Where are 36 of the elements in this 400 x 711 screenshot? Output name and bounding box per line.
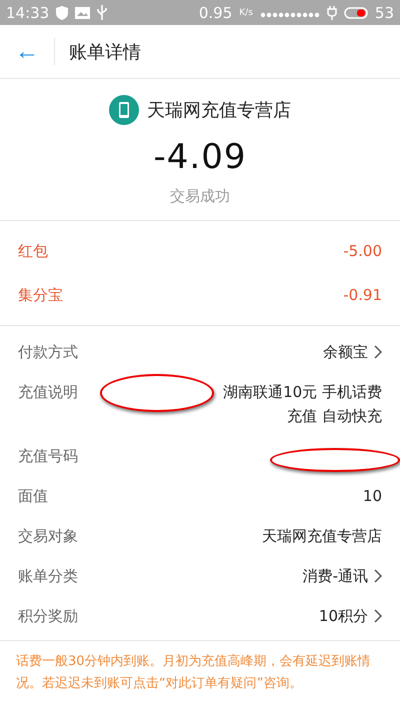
shield-icon <box>56 6 68 20</box>
battery-level: 53 <box>374 4 394 22</box>
transaction-status: 交易成功 <box>170 187 230 206</box>
phone-icon <box>109 95 139 125</box>
detail-value: 余额宝 <box>323 342 368 363</box>
detail-label: 积分奖励 <box>18 606 78 627</box>
clock: 14:33 <box>6 4 50 22</box>
chevron-icon[interactable] <box>374 569 382 583</box>
page-title: 账单详情 <box>69 40 141 64</box>
discount-label: 集分宝 <box>18 285 63 306</box>
network-speed: 0.95 <box>198 4 232 22</box>
detail-label: 账单分类 <box>18 566 78 587</box>
detail-value: 10积分 <box>318 606 368 627</box>
detail-value: 湖南联通10元 手机话费充值 自动快充 <box>222 382 382 427</box>
detail-label: 付款方式 <box>18 342 78 363</box>
chevron-icon[interactable] <box>374 345 382 359</box>
notice-text: 话费一般30分钟内到账。月初为充值高峰期，会有延迟到账情况。若迟迟未到账可点击“对此订单有疑问”咨询。 <box>16 653 372 693</box>
plug-icon <box>326 6 337 20</box>
amount: -4.09 <box>154 137 246 177</box>
merchant-name: 天瑞网充值专营店 <box>147 99 291 122</box>
detail-label: 交易对象 <box>18 526 78 547</box>
battery-icon <box>344 6 368 18</box>
detail-value: 天瑞网充值专营店 <box>262 526 382 547</box>
image-icon <box>75 6 90 18</box>
discount-value: -0.91 <box>343 285 382 306</box>
detail-value: 10 <box>362 486 382 507</box>
detail-label: 充值说明 <box>18 382 78 403</box>
discount-label: 红包 <box>18 241 48 262</box>
speed-unit: K/s <box>239 8 253 18</box>
back-button[interactable]: ← <box>0 38 54 66</box>
detail-label: 充值号码 <box>18 446 78 467</box>
detail-label: 面值 <box>18 486 48 507</box>
detail-value: 消费-通讯 <box>302 566 368 587</box>
discount-value: -5.00 <box>343 241 382 262</box>
chevron-icon[interactable] <box>374 609 382 623</box>
usb-icon <box>97 5 108 20</box>
